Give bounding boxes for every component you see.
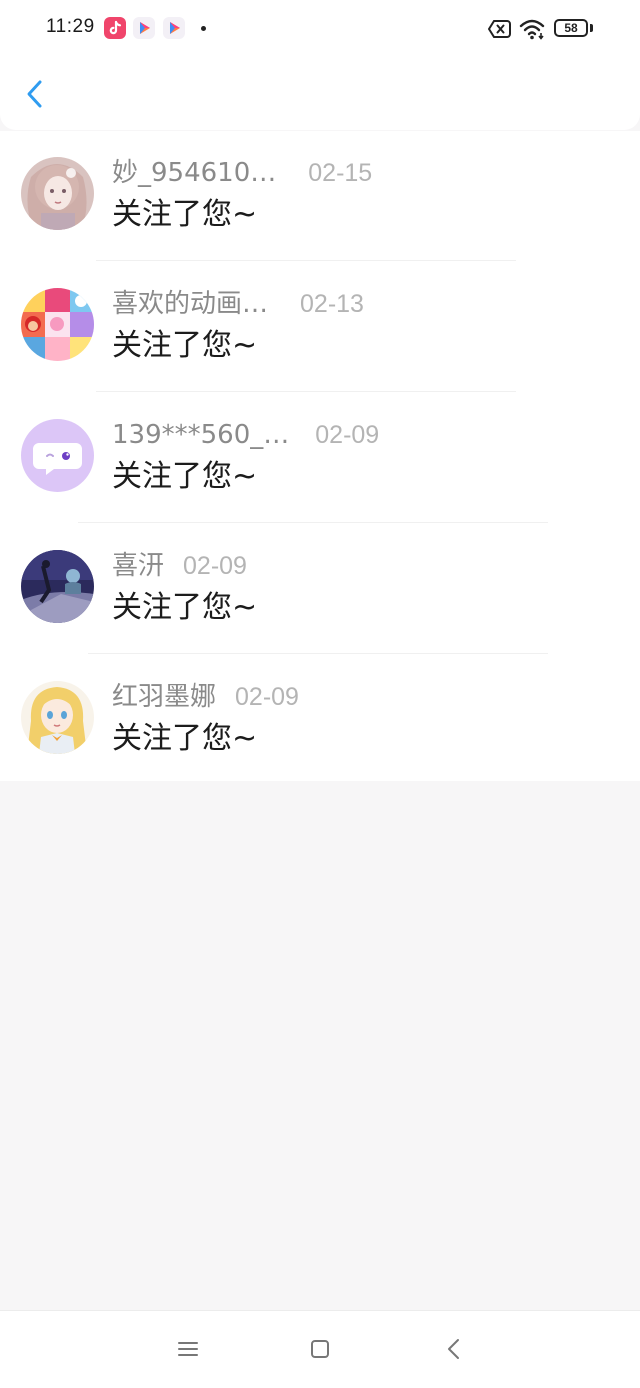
no-sim-icon (488, 20, 511, 38)
message-text: 关注了您~ (112, 197, 258, 232)
notification-list: 妙_954610… 02-15 关注了您~ 喜欢的动画… 02-13 关注了您~… (0, 131, 640, 781)
notification-dot (201, 26, 206, 31)
message-text: 关注了您~ (112, 590, 258, 625)
item-header: 红羽墨娜 02-09 (112, 681, 299, 713)
system-back-button[interactable] (440, 1335, 468, 1363)
username[interactable]: 妙_954610… (112, 158, 276, 188)
status-time: 11:29 (46, 16, 95, 37)
item-header: 妙_954610… 02-15 (112, 157, 372, 189)
battery-tip (590, 24, 593, 32)
back-button[interactable] (18, 76, 54, 112)
home-button[interactable] (306, 1335, 334, 1363)
date: 02-09 (183, 552, 247, 580)
item-header: 139***560_… 02-09 (112, 419, 379, 451)
username[interactable]: 139***560_… (112, 420, 289, 450)
cartoon-collage-avatar[interactable] (21, 288, 94, 361)
list-item[interactable]: 妙_954610… 02-15 关注了您~ (0, 131, 640, 261)
back-triangle-icon (448, 1339, 459, 1359)
message-text: 关注了您~ (112, 459, 258, 494)
chevron-left-icon (27, 80, 42, 108)
item-header: 喜汧 02-09 (112, 550, 247, 582)
item-header: 喜欢的动画… 02-13 (112, 288, 364, 320)
list-item[interactable]: 喜汧 02-09 关注了您~ (0, 524, 640, 654)
battery-icon: 58 (554, 19, 588, 37)
tiktok-icon (104, 17, 126, 39)
menu-icon (178, 1342, 198, 1356)
menu-button[interactable] (174, 1335, 202, 1363)
status-bar: 11:29 58 (0, 0, 640, 58)
list-item[interactable]: 红羽墨娜 02-09 关注了您~ (0, 655, 640, 785)
blonde-character-avatar[interactable] (21, 681, 94, 754)
play-store-icon (163, 17, 185, 39)
username[interactable]: 红羽墨娜 (112, 682, 216, 712)
anime-girl-avatar[interactable] (21, 157, 94, 230)
date: 02-15 (308, 159, 373, 187)
night-scene-avatar[interactable] (21, 550, 94, 623)
username[interactable]: 喜汧 (112, 551, 164, 581)
message-text: 关注了您~ (112, 721, 258, 756)
date: 02-09 (315, 421, 380, 449)
username[interactable]: 喜欢的动画… (112, 289, 268, 319)
message-text: 关注了您~ (112, 328, 258, 363)
home-square-icon (311, 1340, 329, 1358)
page-header (0, 58, 640, 130)
list-item[interactable]: 139***560_… 02-09 关注了您~ (0, 393, 640, 523)
divider (78, 522, 548, 523)
date: 02-09 (235, 683, 299, 711)
system-nav-bar (0, 1310, 640, 1388)
date: 02-13 (300, 290, 364, 318)
default-chat-avatar[interactable] (21, 419, 94, 492)
list-item[interactable]: 喜欢的动画… 02-13 关注了您~ (0, 262, 640, 392)
divider (96, 391, 516, 392)
play-store-icon (133, 17, 155, 39)
wifi-icon (519, 19, 545, 40)
divider (88, 653, 548, 654)
divider (96, 260, 516, 261)
